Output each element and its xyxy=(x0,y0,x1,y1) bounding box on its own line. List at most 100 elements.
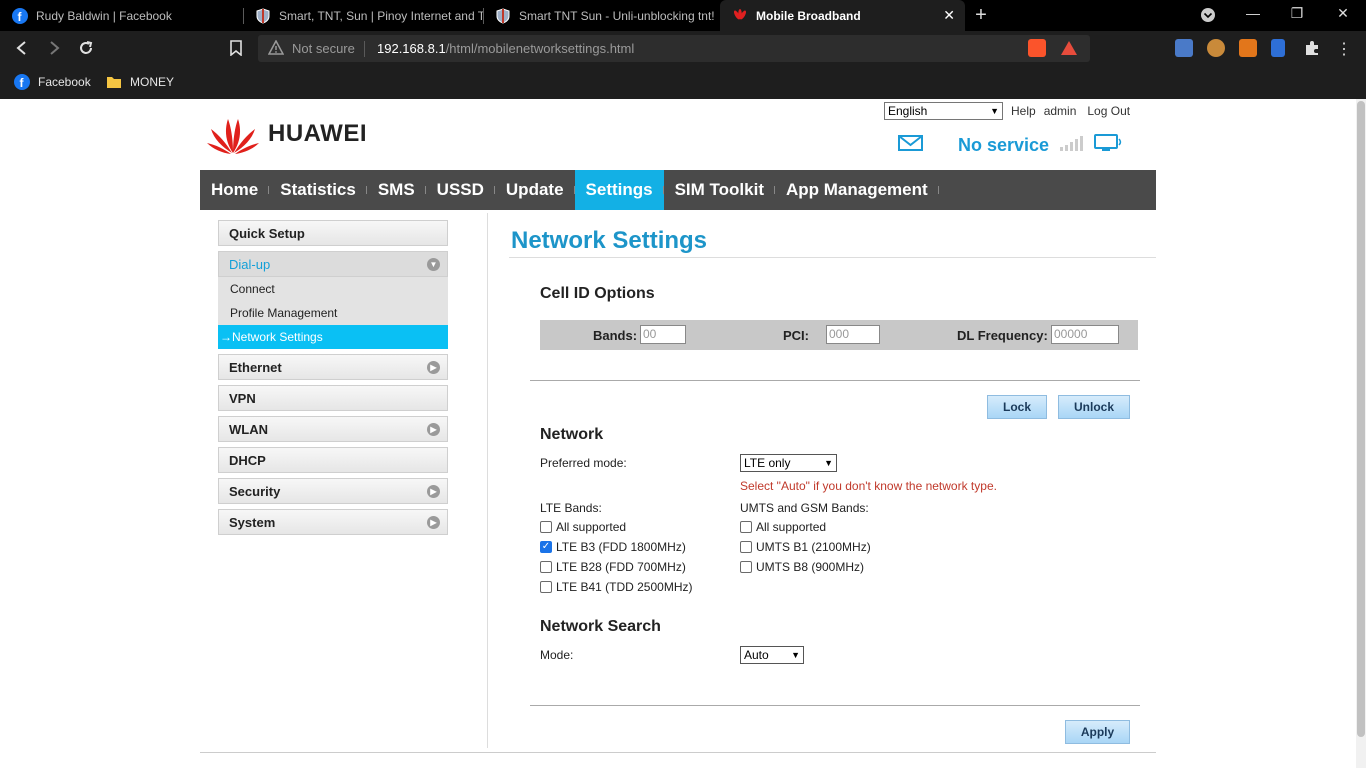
new-tab-button[interactable]: + xyxy=(971,4,991,27)
network-type-hint: Select "Auto" if you don't know the netw… xyxy=(740,479,997,493)
huawei-icon xyxy=(732,8,748,24)
language-select[interactable]: English ▼ xyxy=(884,102,1003,120)
tab-mobile-broadband[interactable]: Mobile Broadband ✕ xyxy=(720,0,965,31)
sidebar-subitem-connect[interactable]: Connect xyxy=(218,277,448,301)
forward-icon[interactable] xyxy=(44,38,64,58)
unlock-button[interactable]: Unlock xyxy=(1058,395,1130,419)
pci-input[interactable]: 000 xyxy=(826,325,880,344)
sidebar-item-label: WLAN xyxy=(229,421,268,437)
scrollbar-thumb[interactable] xyxy=(1357,101,1365,737)
tab-search-icon[interactable] xyxy=(1198,5,1218,26)
url-text[interactable]: 192.168.8.1/html/mobilenetworksettings.h… xyxy=(377,41,634,56)
metamask-extension-icon[interactable] xyxy=(1239,39,1257,57)
sidebar-item-label: Security xyxy=(229,483,281,499)
folder-icon xyxy=(106,74,122,90)
search-mode-select[interactable]: Auto ▼ xyxy=(740,646,804,664)
security-status[interactable]: Not secure xyxy=(292,41,355,56)
address-bar[interactable]: Not secure 192.168.8.1/html/mobilenetwor… xyxy=(258,35,1090,62)
lte-all-supported-checkbox[interactable]: All supported xyxy=(540,520,626,534)
tab-unli-unblocking[interactable]: Smart TNT Sun - Unli-unblocking tnt! xyxy=(483,0,720,31)
bands-input[interactable]: 00 xyxy=(640,325,686,344)
cell-id-heading: Cell ID Options xyxy=(540,285,655,302)
page-title: Network Settings xyxy=(511,227,708,254)
extensions-puzzle-icon[interactable] xyxy=(1303,39,1321,57)
nav-statistics[interactable]: Statistics xyxy=(269,170,367,210)
nav-update[interactable]: Update xyxy=(495,170,575,210)
umts-all-supported-checkbox[interactable]: All supported xyxy=(740,520,826,534)
tab-label: Smart TNT Sun - Unli-unblocking tnt! xyxy=(519,8,715,23)
cookie-extension-icon[interactable] xyxy=(1207,39,1225,57)
router-web-page: English ▼ Help admin Log Out HUAWEI No s… xyxy=(0,99,1356,768)
chevron-right-icon: ▶ xyxy=(427,484,440,498)
umts-b8-checkbox[interactable]: UMTS B8 (900MHz) xyxy=(740,560,864,574)
status-area: No service xyxy=(898,133,1123,158)
sidebar-item-wlan[interactable]: WLAN ▶ xyxy=(218,416,448,442)
close-tab-icon[interactable]: ✕ xyxy=(943,7,955,24)
nav-ussd[interactable]: USSD xyxy=(426,170,496,210)
nav-sim-toolkit[interactable]: SIM Toolkit xyxy=(664,170,776,210)
bookmark-icon[interactable] xyxy=(226,38,246,58)
translate-extension-icon[interactable] xyxy=(1175,39,1193,57)
apply-button[interactable]: Apply xyxy=(1065,720,1130,744)
menu-icon[interactable]: ⋮ xyxy=(1335,39,1353,58)
nav-sms[interactable]: SMS xyxy=(367,170,426,210)
page-scrollbar[interactable] xyxy=(1356,99,1366,768)
url-path: /html/mobilenetworksettings.html xyxy=(445,41,635,56)
sidebar-item-system[interactable]: System ▶ xyxy=(218,509,448,535)
lock-button[interactable]: Lock xyxy=(987,395,1047,419)
sidebar-item-ethernet[interactable]: Ethernet ▶ xyxy=(218,354,448,380)
lte-b28-checkbox[interactable]: LTE B28 (FDD 700MHz) xyxy=(540,560,686,574)
bookmarks-bar: f Facebook MONEY xyxy=(0,66,1366,99)
nav-app-management[interactable]: App Management xyxy=(775,170,939,210)
sidebar-subitem-profile-management[interactable]: Profile Management xyxy=(218,301,448,325)
lte-b3-checkbox[interactable]: ✓ LTE B3 (FDD 1800MHz) xyxy=(540,540,686,554)
brave-rewards-icon[interactable] xyxy=(1060,39,1078,57)
sidebar-item-quick-setup[interactable]: Quick Setup xyxy=(218,220,448,246)
arrow-right-icon: → xyxy=(220,330,232,344)
bitwarden-extension-icon[interactable] xyxy=(1271,39,1285,57)
restore-icon[interactable]: ❐ xyxy=(1287,5,1307,22)
network-search-heading: Network Search xyxy=(540,618,661,635)
checkbox-label: LTE B3 (FDD 1800MHz) xyxy=(556,540,686,554)
cell-id-options-bar: Bands: 00 PCI: 000 DL Frequency: 00000 xyxy=(540,320,1138,350)
chevron-down-icon: ▼ xyxy=(791,650,800,660)
help-link[interactable]: Help xyxy=(1011,104,1036,118)
dl-frequency-label: DL Frequency: xyxy=(957,328,1048,343)
preferred-mode-select[interactable]: LTE only ▼ xyxy=(740,454,837,472)
checkbox-box[interactable] xyxy=(540,521,552,533)
checkbox-box[interactable] xyxy=(540,561,552,573)
checkbox-box[interactable] xyxy=(740,561,752,573)
nav-home[interactable]: Home xyxy=(200,170,270,210)
sidebar-item-dhcp[interactable]: DHCP xyxy=(218,447,448,473)
sidebar-item-label: DHCP xyxy=(229,452,266,468)
sidebar-item-security[interactable]: Security ▶ xyxy=(218,478,448,504)
bookmark-money-folder[interactable]: MONEY xyxy=(106,73,174,91)
minimize-icon[interactable]: — xyxy=(1243,5,1263,21)
sidebar-subitem-network-settings[interactable]: → Network Settings xyxy=(218,325,448,349)
close-window-icon[interactable]: ✕ xyxy=(1333,5,1353,22)
umts-b1-checkbox[interactable]: UMTS B1 (2100MHz) xyxy=(740,540,871,554)
chevron-right-icon: ▶ xyxy=(427,422,440,436)
tab-pinoy-internet[interactable]: Smart, TNT, Sun | Pinoy Internet and T xyxy=(243,0,483,31)
sidebar-item-vpn[interactable]: VPN xyxy=(218,385,448,411)
sidebar-item-dialup[interactable]: Dial-up ▼ xyxy=(218,251,448,277)
dl-frequency-input[interactable]: 00000 xyxy=(1051,325,1119,344)
lte-b41-checkbox[interactable]: LTE B41 (TDD 2500MHz) xyxy=(540,580,692,594)
reload-icon[interactable] xyxy=(76,38,96,58)
checkmark-icon[interactable]: ✓ xyxy=(540,541,552,553)
bookmark-facebook[interactable]: f Facebook xyxy=(14,73,91,91)
checkbox-box[interactable] xyxy=(740,521,752,533)
checkbox-box[interactable] xyxy=(540,581,552,593)
sms-envelope-icon[interactable] xyxy=(898,134,924,157)
checkbox-label: LTE B41 (TDD 2500MHz) xyxy=(556,580,693,594)
tab-facebook[interactable]: f Rudy Baldwin | Facebook xyxy=(0,0,243,31)
header-links: English ▼ Help admin Log Out xyxy=(884,102,1130,120)
nav-settings[interactable]: Settings xyxy=(574,170,664,210)
brave-shield-icon[interactable] xyxy=(1028,39,1046,57)
back-icon[interactable] xyxy=(12,38,32,58)
sidebar-item-label: System xyxy=(229,514,276,530)
checkbox-box[interactable] xyxy=(740,541,752,553)
tab-label: Mobile Broadband xyxy=(756,8,861,23)
tab-label: Rudy Baldwin | Facebook xyxy=(36,8,172,23)
logout-link[interactable]: Log Out xyxy=(1087,104,1130,118)
